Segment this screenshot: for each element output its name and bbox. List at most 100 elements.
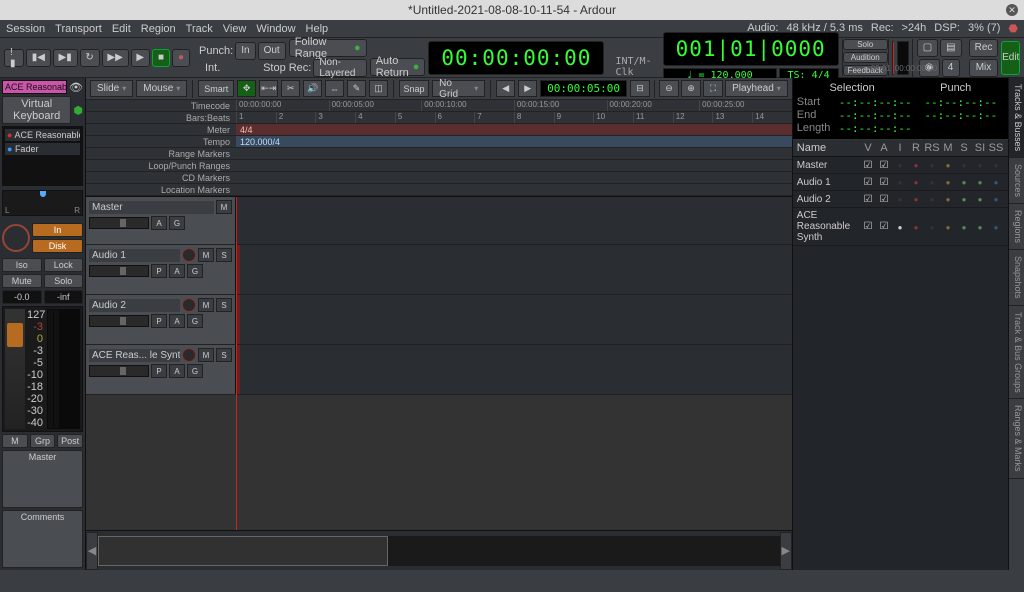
- track-a[interactable]: A: [169, 314, 185, 328]
- col-ss[interactable]: [988, 193, 1004, 205]
- col-a[interactable]: [876, 221, 892, 232]
- track-list[interactable]: MasterAudio 1Audio 2ACE Reasonable Synth: [793, 157, 1008, 570]
- ruler-location[interactable]: Location Markers: [86, 184, 236, 195]
- tool-cut[interactable]: ✂: [281, 80, 300, 97]
- record-button[interactable]: ●: [172, 49, 190, 67]
- track-header[interactable]: ACE Reas... le SynthMSPAG: [86, 345, 236, 394]
- ruler-cd[interactable]: CD Markers: [86, 172, 236, 183]
- col-r[interactable]: [908, 159, 924, 171]
- plugin-fader[interactable]: Fader: [4, 142, 81, 156]
- ruler-range[interactable]: Range Markers: [86, 148, 236, 159]
- sync-source[interactable]: Int.: [199, 62, 226, 74]
- primary-clock[interactable]: 00:00:00:00: [428, 41, 604, 75]
- col-ss[interactable]: [988, 221, 1004, 233]
- list-item[interactable]: ACE Reasonable Synth: [793, 208, 1008, 246]
- loop-button[interactable]: ↻: [80, 49, 100, 67]
- col-r[interactable]: [908, 221, 924, 233]
- track-fader[interactable]: [89, 265, 149, 277]
- midi-panic-button[interactable]: !▮: [4, 49, 24, 67]
- punch-out-button[interactable]: Out: [258, 42, 286, 60]
- monitor-in-button[interactable]: In: [32, 223, 83, 237]
- col-v[interactable]: [860, 194, 876, 205]
- menu-region[interactable]: Region: [141, 23, 176, 35]
- screenset-button[interactable]: ▢: [917, 39, 938, 57]
- col-i[interactable]: [892, 221, 908, 233]
- monitor-disk-button[interactable]: Disk: [32, 239, 83, 253]
- col-rs[interactable]: [924, 193, 940, 205]
- tab-regions[interactable]: Regions: [1009, 204, 1024, 250]
- close-icon[interactable]: ✕: [1006, 4, 1018, 16]
- mix-tab-button[interactable]: Mix: [969, 59, 999, 77]
- list-item[interactable]: Master: [793, 157, 1008, 174]
- tab-tracks[interactable]: Tracks & Busses: [1009, 78, 1024, 158]
- col-i[interactable]: [892, 176, 908, 188]
- nudge-back-button[interactable]: ◀: [496, 80, 515, 97]
- track-g[interactable]: G: [187, 364, 203, 378]
- track-g[interactable]: G: [187, 314, 203, 328]
- snap-button[interactable]: Snap: [399, 80, 429, 97]
- summary-right-button[interactable]: ▶: [780, 532, 792, 570]
- track-row[interactable]: Audio 1MSPAG: [86, 245, 792, 295]
- mini-timeline[interactable]: 00:00:00:00 00:01: [892, 41, 894, 75]
- strip-name[interactable]: ACE Reasonable Synth: [2, 80, 67, 94]
- grp-button[interactable]: Grp: [30, 434, 56, 448]
- col-a[interactable]: [876, 177, 892, 188]
- track-rec-button[interactable]: [182, 248, 196, 262]
- zoom-fit-button[interactable]: ⛶: [703, 80, 723, 97]
- ruler-barsbeats[interactable]: Bars:Beats: [86, 112, 236, 123]
- tab-groups[interactable]: Track & Bus Groups: [1009, 306, 1024, 400]
- tool-stretch[interactable]: ⇔: [325, 80, 344, 97]
- track-s[interactable]: S: [216, 348, 232, 362]
- tool-audition[interactable]: 🔊: [303, 80, 322, 97]
- panner[interactable]: LR: [2, 190, 83, 216]
- tool-draw[interactable]: ✎: [347, 80, 366, 97]
- track-m[interactable]: M: [198, 298, 214, 312]
- track-header[interactable]: Audio 2MSPAG: [86, 295, 236, 344]
- col-v[interactable]: [860, 221, 876, 232]
- play-range-button[interactable]: ▶▶: [102, 49, 129, 67]
- track-name[interactable]: Master: [89, 201, 214, 214]
- track-rec-button[interactable]: [182, 298, 196, 312]
- menu-edit[interactable]: Edit: [112, 23, 131, 35]
- m-button[interactable]: M: [2, 434, 28, 448]
- list-item[interactable]: Audio 1: [793, 174, 1008, 191]
- post-button[interactable]: Post: [57, 434, 83, 448]
- track-lane[interactable]: [236, 345, 792, 394]
- col-r[interactable]: [908, 176, 924, 188]
- midi-icon[interactable]: ⬢: [73, 104, 83, 117]
- col-s[interactable]: [956, 221, 972, 233]
- zoom-in-button[interactable]: ⊕: [681, 80, 701, 97]
- track-p[interactable]: P: [151, 364, 167, 378]
- edit-tab-button[interactable]: Edit: [1001, 41, 1020, 75]
- col-rs[interactable]: [924, 221, 940, 233]
- peak-display[interactable]: -inf: [44, 290, 84, 304]
- col-rs[interactable]: [924, 159, 940, 171]
- nudge-clock[interactable]: 00:00:05:00: [540, 80, 627, 97]
- smart-button[interactable]: Smart: [198, 80, 234, 97]
- col-m[interactable]: [940, 221, 956, 233]
- track-m[interactable]: M: [198, 248, 214, 262]
- strip-record-button[interactable]: [2, 224, 30, 252]
- track-s[interactable]: S: [216, 248, 232, 262]
- col-i[interactable]: [892, 193, 908, 205]
- vk-button[interactable]: Virtual Keyboard: [2, 96, 71, 124]
- rec-tab-button[interactable]: Rec: [969, 39, 999, 57]
- output-button[interactable]: Master: [2, 450, 83, 508]
- col-m[interactable]: [940, 159, 956, 171]
- comments-button[interactable]: Comments: [2, 510, 83, 568]
- track-fader[interactable]: [89, 315, 149, 327]
- track-lane[interactable]: [236, 245, 792, 294]
- col-r[interactable]: [908, 193, 924, 205]
- ruler-looppunch[interactable]: Loop/Punch Ranges: [86, 160, 236, 171]
- col-v[interactable]: [860, 160, 876, 171]
- track-fader[interactable]: [89, 217, 149, 229]
- fader[interactable]: [5, 309, 25, 429]
- ruler-timecode[interactable]: Timecode: [86, 100, 236, 111]
- tool-edit[interactable]: ◫: [369, 80, 388, 97]
- col-a[interactable]: [876, 160, 892, 171]
- track-row[interactable]: ACE Reas... le SynthMSPAG: [86, 345, 792, 395]
- hide-strip-icon[interactable]: 👁: [69, 81, 83, 94]
- col-si[interactable]: [972, 176, 988, 188]
- tab-ranges[interactable]: Ranges & Marks: [1009, 399, 1024, 479]
- col-si[interactable]: [972, 221, 988, 233]
